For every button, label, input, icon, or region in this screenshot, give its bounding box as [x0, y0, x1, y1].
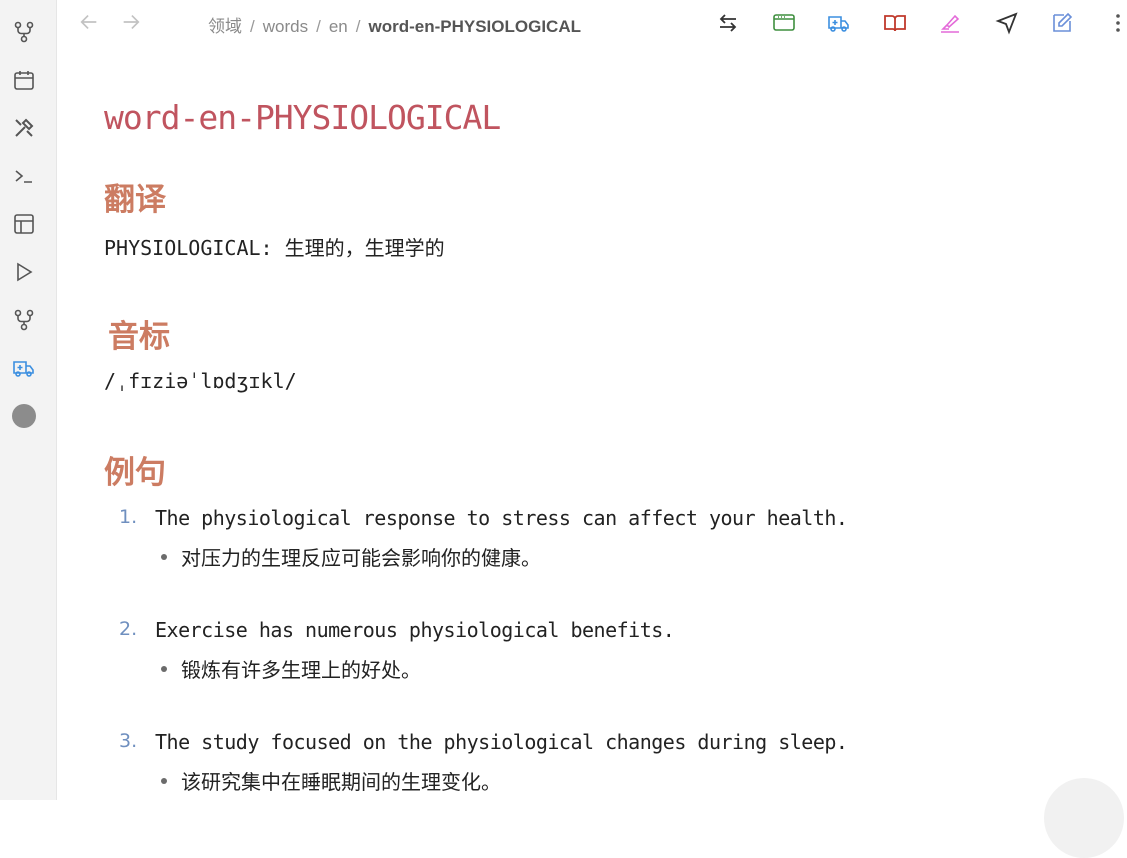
- example-english: The study focused on the physiological c…: [155, 730, 848, 754]
- example-chinese: 锻炼有许多生理上的好处。: [181, 658, 421, 682]
- breadcrumb: 领域 / words / en / word-en-PHYSIOLOGICAL: [208, 12, 581, 37]
- edit-icon[interactable]: [1049, 10, 1075, 36]
- breadcrumb-separator: /: [355, 17, 361, 36]
- page-title: word-en-PHYSIOLOGICAL: [104, 98, 501, 137]
- bullet-dot: [161, 554, 167, 560]
- heading-examples: 例句: [104, 455, 166, 491]
- graph-icon[interactable]: [11, 19, 37, 45]
- layout-icon[interactable]: [11, 211, 37, 237]
- breadcrumb-item[interactable]: 领域: [208, 17, 242, 36]
- breadcrumb-current[interactable]: word-en-PHYSIOLOGICAL: [368, 17, 581, 36]
- ambulance-icon[interactable]: [11, 355, 37, 381]
- terminal-icon[interactable]: [11, 163, 37, 189]
- swap-icon[interactable]: [715, 10, 741, 36]
- play-icon[interactable]: [11, 259, 37, 285]
- list-item-number: 3.: [119, 730, 138, 752]
- left-ribbon: [0, 0, 57, 800]
- phonetic-text: /ˌfɪziəˈlɒdʒɪkl/: [104, 369, 297, 393]
- more-icon[interactable]: [1105, 10, 1127, 36]
- bullet-dot: [161, 666, 167, 672]
- ambulance-icon[interactable]: [826, 10, 852, 36]
- list-item-number: 2.: [119, 618, 138, 640]
- example-chinese: 对压力的生理反应可能会影响你的健康。: [181, 546, 541, 570]
- heading-phonetic: 音标: [108, 319, 170, 355]
- book-open-icon[interactable]: [882, 10, 908, 36]
- floating-action-button[interactable]: [1044, 778, 1124, 858]
- list-item-number: 1.: [119, 506, 138, 528]
- avatar-circle[interactable]: [11, 403, 37, 429]
- top-bar: 领域 / words / en / word-en-PHYSIOLOGICAL: [57, 0, 1127, 46]
- breadcrumb-item[interactable]: words: [263, 17, 308, 36]
- example-english: The physiological response to stress can…: [155, 506, 848, 530]
- translation-text: PHYSIOLOGICAL: 生理的，生理学的: [104, 236, 445, 260]
- heading-translation: 翻译: [104, 182, 166, 218]
- example-chinese: 该研究集中在睡眠期间的生理变化。: [181, 770, 501, 794]
- calendar-icon[interactable]: [11, 67, 37, 93]
- breadcrumb-separator: /: [316, 17, 321, 36]
- send-icon[interactable]: [994, 10, 1020, 36]
- window-icon[interactable]: [771, 10, 797, 36]
- breadcrumb-separator: /: [250, 17, 255, 36]
- tools-icon[interactable]: [11, 115, 37, 141]
- graph-alt-icon[interactable]: [11, 307, 37, 333]
- bullet-dot: [161, 778, 167, 784]
- back-arrow-icon[interactable]: [78, 11, 102, 35]
- example-english: Exercise has numerous physiological bene…: [155, 618, 675, 642]
- forward-arrow-icon[interactable]: [120, 11, 144, 35]
- breadcrumb-item[interactable]: en: [329, 17, 348, 36]
- highlighter-icon[interactable]: [937, 10, 963, 36]
